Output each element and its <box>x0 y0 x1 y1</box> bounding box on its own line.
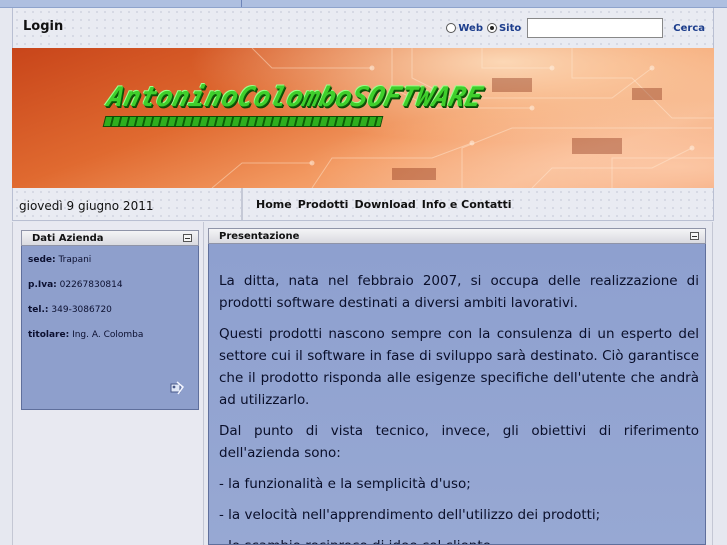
top-strip-marker <box>241 0 242 7</box>
minimize-icon[interactable] <box>690 232 699 240</box>
search-input[interactable] <box>527 18 664 38</box>
search-area: Web Sito Cerca <box>446 18 705 38</box>
left-column: Dati Azienda sede: Trapani p.Iva: 022678… <box>12 222 204 545</box>
presentazione-panel: Presentazione La ditta, nata nel febbrai… <box>208 228 706 545</box>
company-logo: AntoninoColomboSOFTWARE <box>104 82 486 113</box>
radio-sito[interactable] <box>486 23 497 33</box>
contact-card-icon[interactable] <box>170 381 184 395</box>
info-label: titolare: <box>28 330 70 340</box>
info-piva: p.Iva: 02267830814 <box>28 279 192 291</box>
dati-azienda-header: Dati Azienda <box>21 230 199 246</box>
presentazione-header: Presentazione <box>208 228 706 244</box>
search-button[interactable]: Cerca <box>673 23 705 34</box>
info-tel: tel.: 349-3086720 <box>28 304 192 316</box>
info-value: 02267830814 <box>59 280 123 290</box>
dati-azienda-body: sede: Trapani p.Iva: 02267830814 tel.: 3… <box>21 246 199 410</box>
info-value: 349-3086720 <box>51 305 112 315</box>
current-date: giovedì 9 giugno 2011 <box>19 199 154 213</box>
presentazione-body: La ditta, nata nel febbraio 2007, si occ… <box>208 244 706 545</box>
radio-web-label[interactable]: Web <box>458 23 483 34</box>
info-label: sede: <box>28 255 56 265</box>
paragraph: Dal punto di vista tecnico, invece, gli … <box>219 423 699 461</box>
presentazione-title: Presentazione <box>219 231 300 242</box>
header-banner: AntoninoColomboSOFTWARE <box>12 48 714 188</box>
info-value: Ing. A. Colomba <box>72 330 144 340</box>
nav-item-download[interactable]: Download <box>354 198 415 211</box>
date-nav-bar: giovedì 9 giugno 2011 Home Prodotti Down… <box>12 188 714 221</box>
radio-sito-label[interactable]: Sito <box>499 23 521 34</box>
login-bar: Login Web Sito Cerca <box>12 8 714 49</box>
paragraph: - la funzionalità e la semplicità d'uso; <box>219 476 471 492</box>
nav-item-prodotti[interactable]: Prodotti <box>298 198 349 211</box>
logo-underline <box>102 116 384 127</box>
minimize-icon[interactable] <box>183 234 192 242</box>
main-menu: Home Prodotti Download Info e Contatti <box>256 198 512 211</box>
paragraph: - lo scambio reciproco di idee col clien… <box>219 535 699 544</box>
nav-item-home[interactable]: Home <box>256 198 292 211</box>
paragraph: Questi prodotti nascono sempre con la co… <box>219 326 699 408</box>
paragraph: - la velocità nell'apprendimento dell'ut… <box>219 507 601 523</box>
info-value: Trapani <box>58 255 92 265</box>
dati-azienda-panel: Dati Azienda sede: Trapani p.Iva: 022678… <box>21 230 199 410</box>
info-sede: sede: Trapani <box>28 254 192 266</box>
info-label: p.Iva: <box>28 280 57 290</box>
paragraph: La ditta, nata nel febbraio 2007, si occ… <box>219 273 699 311</box>
nav-item-info-contatti[interactable]: Info e Contatti <box>422 198 512 211</box>
dati-azienda-title: Dati Azienda <box>32 233 104 244</box>
nav-divider <box>241 188 243 220</box>
right-border <box>712 222 713 545</box>
info-titolare: titolare: Ing. A. Colomba <box>28 329 192 341</box>
info-label: tel.: <box>28 305 49 315</box>
top-strip <box>0 0 727 8</box>
login-link[interactable]: Login <box>23 19 63 34</box>
radio-web[interactable] <box>446 23 457 33</box>
